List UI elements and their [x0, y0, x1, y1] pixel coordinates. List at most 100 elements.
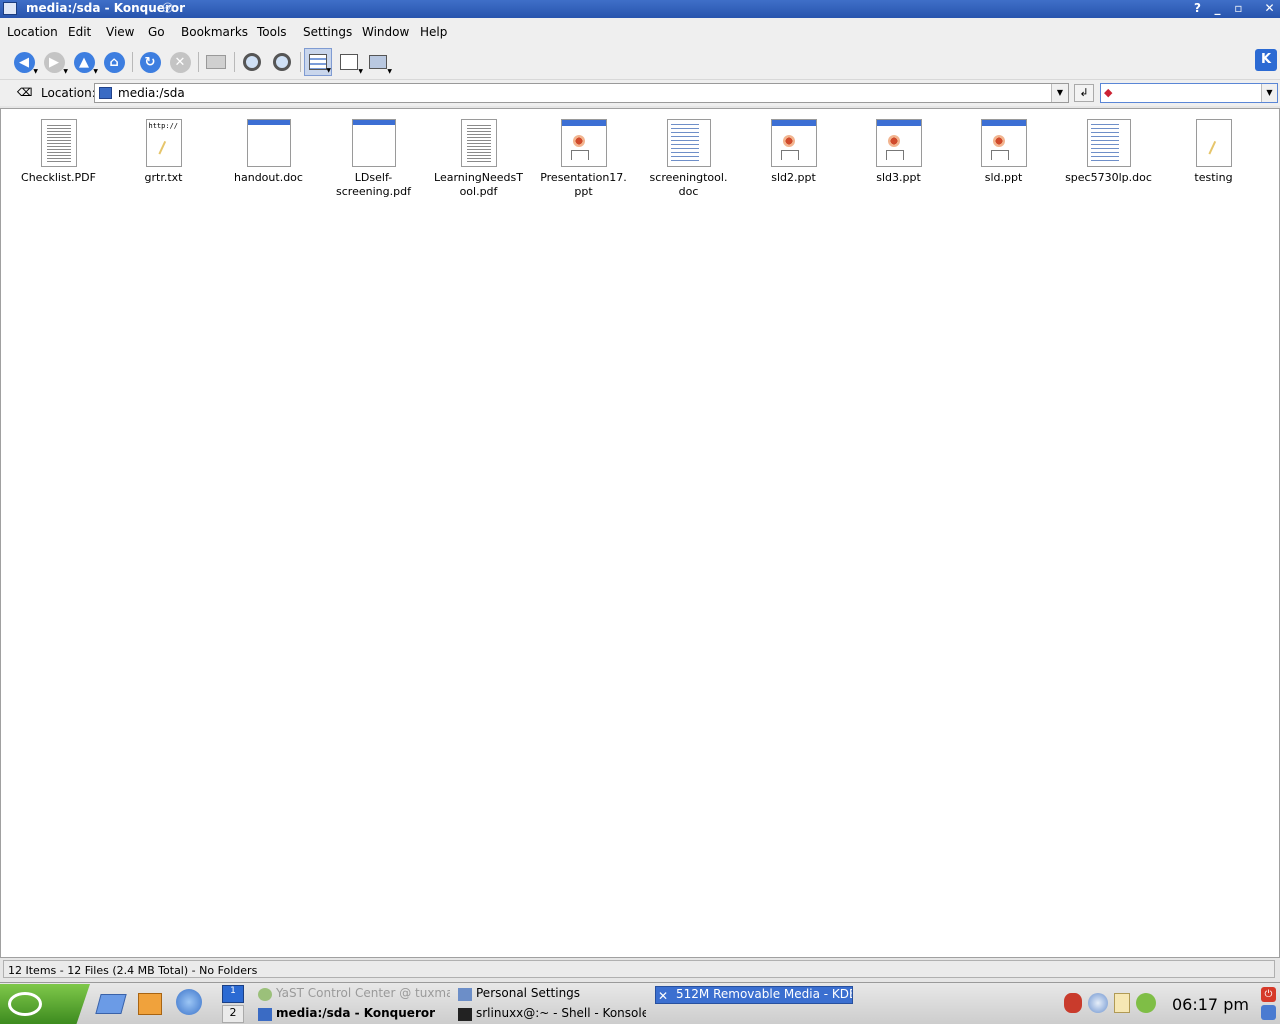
doc-file-icon [246, 119, 291, 167]
menu-location[interactable]: Location [7, 25, 58, 39]
menu-view[interactable]: View [106, 25, 134, 39]
network-icon[interactable] [1088, 993, 1108, 1013]
file-item[interactable]: testing [1161, 119, 1266, 185]
task-personal-settings[interactable]: Personal Settings [456, 986, 646, 1004]
x-icon: ✕ [658, 989, 669, 1003]
menu-tools[interactable]: Tools [257, 25, 287, 39]
file-name-line: screening.pdf [336, 185, 411, 198]
suse-logo-icon [8, 992, 42, 1016]
file-item[interactable]: LDself-screening.pdf [321, 119, 426, 199]
file-view[interactable]: Checklist.PDF http:// grtr.txt handout.d… [0, 108, 1280, 958]
minimize-button[interactable]: _ [1209, 1, 1226, 17]
status-bar: 12 Items - 12 Files (2.4 MB Total) - No … [3, 960, 1275, 978]
pdf-file-icon [460, 119, 497, 167]
file-name-line: LearningNeedsT [434, 171, 523, 184]
stop-icon[interactable]: ✕ [166, 48, 194, 76]
toolbar-separator [132, 52, 133, 72]
clock[interactable]: 06:17 pm [1172, 995, 1249, 1014]
desktop-1[interactable]: 1 [222, 985, 244, 1003]
location-label: Location: [41, 86, 96, 100]
file-item[interactable]: spec5730lp.doc [1056, 119, 1161, 185]
text-file-icon: http:// [145, 119, 182, 167]
file-name: screeningtool. doc [636, 171, 741, 199]
print-icon[interactable] [202, 48, 230, 76]
desktop-icon[interactable] [95, 989, 128, 1019]
ppt-file-icon [980, 119, 1027, 167]
menu-edit[interactable]: Edit [68, 25, 91, 39]
file-name-line: doc [678, 185, 699, 198]
start-menu-button[interactable] [0, 984, 90, 1024]
location-input[interactable]: media:/sda ▼ [94, 83, 1069, 103]
logout-icon[interactable]: ⏻ [1261, 987, 1276, 1002]
clipboard-icon[interactable] [1114, 993, 1130, 1013]
task-label: Personal Settings [476, 986, 581, 1000]
menu-help[interactable]: Help [420, 25, 447, 39]
task-konsole[interactable]: srlinuxx@:~ - Shell - Konsole [456, 1006, 646, 1024]
file-item[interactable]: sld.ppt [951, 119, 1056, 185]
help-button[interactable]: ? [1189, 1, 1206, 17]
file-item[interactable]: sld2.ppt [741, 119, 846, 185]
file-item[interactable]: LearningNeedsT ool.pdf [426, 119, 531, 199]
file-item[interactable]: handout.doc [216, 119, 321, 185]
search-input[interactable]: ◆ ▼ [1100, 83, 1278, 103]
window-icon[interactable] [3, 2, 17, 15]
file-name-line: Presentation17. [540, 171, 627, 184]
task-label: media:/sda - Konqueror [276, 1006, 436, 1020]
image-view-icon[interactable]: ▼ [364, 48, 392, 76]
up-icon[interactable]: ▲ ▼ [70, 48, 98, 76]
task-label: 512M Removable Media - KDE D [676, 987, 853, 1001]
task-konqueror[interactable]: media:/sda - Konqueror [256, 1006, 450, 1024]
terminal-icon [458, 1008, 472, 1021]
pen-mark [157, 140, 172, 158]
reload-icon[interactable]: ↻ [136, 48, 164, 76]
pdf-file-icon [40, 119, 77, 167]
slide-stand [570, 150, 589, 160]
generic-file-icon [1195, 119, 1232, 167]
task-removable-media[interactable]: ✕ 512M Removable Media - KDE D [655, 986, 853, 1004]
search-provider-icon[interactable]: ◆ [1104, 86, 1120, 100]
zoom-in-icon[interactable] [238, 48, 266, 76]
web-browser-icon[interactable] [176, 989, 206, 1019]
menu-go[interactable]: Go [148, 25, 165, 39]
location-value: media:/sda [118, 86, 185, 100]
menu-window[interactable]: Window [362, 25, 409, 39]
task-yast[interactable]: YaST Control Center @ tuxmach [256, 986, 450, 1004]
file-name: LDself-screening.pdf [321, 171, 426, 199]
file-item[interactable]: http:// grtr.txt [111, 119, 216, 185]
toolbar-separator [300, 52, 301, 72]
icon-view-icon[interactable]: ▼ [304, 48, 332, 76]
sticky-icon[interactable]: ◎ [162, 0, 173, 15]
file-item[interactable]: Presentation17. ppt [531, 119, 636, 199]
updater-icon[interactable] [1136, 993, 1156, 1013]
ppt-file-icon [770, 119, 817, 167]
zoom-out-icon[interactable] [268, 48, 296, 76]
menu-settings[interactable]: Settings [303, 25, 352, 39]
menu-bookmarks[interactable]: Bookmarks [181, 25, 248, 39]
tray-app-icon[interactable] [1064, 993, 1082, 1013]
clear-location-icon[interactable]: ⌫ [17, 86, 33, 99]
yast-icon [258, 988, 272, 1001]
back-icon[interactable]: ◀ ▼ [10, 48, 38, 76]
tree-view-icon[interactable]: ▼ [335, 48, 363, 76]
go-button[interactable]: ↲ [1074, 84, 1094, 102]
file-name-line: ppt [574, 185, 593, 198]
task-label: YaST Control Center @ tuxmach [276, 986, 450, 1000]
file-name: spec5730lp.doc [1065, 171, 1152, 184]
file-name: handout.doc [234, 171, 303, 184]
file-name: sld.ppt [984, 171, 1023, 184]
forward-icon[interactable]: ▶ ▼ [40, 48, 68, 76]
menu-bar: Location Edit View Go Bookmarks Tools Se… [0, 18, 1280, 44]
close-button[interactable]: ✕ [1261, 1, 1278, 17]
file-item[interactable]: sld3.ppt [846, 119, 951, 185]
lock-screen-icon[interactable] [1261, 1005, 1276, 1020]
search-dropdown-icon[interactable]: ▼ [1261, 84, 1277, 102]
file-item[interactable]: screeningtool. doc [636, 119, 741, 199]
location-dropdown-icon[interactable]: ▼ [1051, 84, 1068, 102]
desktop-2[interactable]: 2 [222, 1005, 244, 1023]
home-icon[interactable]: ⌂ [100, 48, 128, 76]
maximize-button[interactable]: ▫ [1230, 1, 1247, 17]
home-folder-icon[interactable] [138, 989, 168, 1019]
file-name-line: ool.pdf [459, 185, 498, 198]
slide-stand [780, 150, 799, 160]
file-item[interactable]: Checklist.PDF [6, 119, 111, 185]
